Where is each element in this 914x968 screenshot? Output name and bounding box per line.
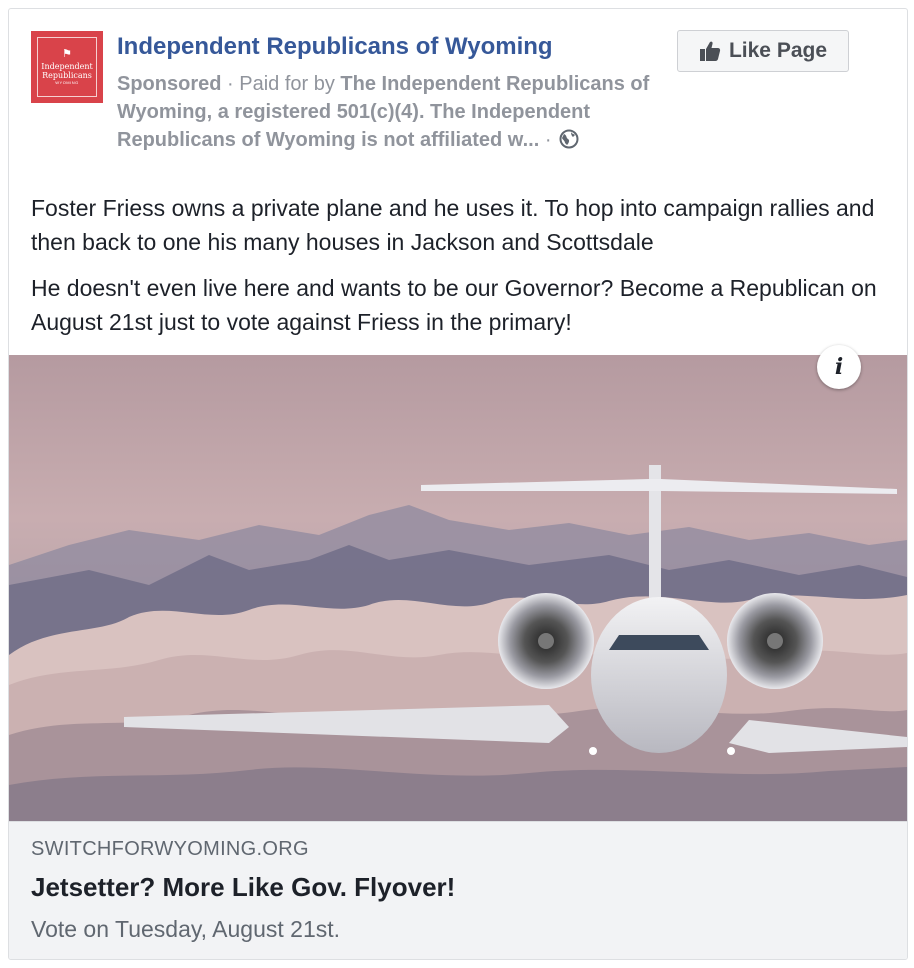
ad-info-button[interactable]: i: [817, 345, 861, 389]
link-preview[interactable]: SWITCHFORWYOMING.ORG Jetsetter? More Lik…: [9, 821, 907, 959]
link-headline: Jetsetter? More Like Gov. Flyover!: [31, 872, 456, 902]
thumbs-up-icon: [699, 41, 721, 61]
link-domain: SWITCHFORWYOMING.ORG: [31, 838, 309, 860]
meta-trailing-separator: ·: [539, 129, 558, 151]
sponsored-label[interactable]: Sponsored: [117, 73, 221, 95]
logo-text-line-1: Independent: [41, 61, 93, 71]
logo-frame: ⚑ Independent Republicans WYOMING: [37, 37, 97, 97]
link-description: Vote on Tuesday, August 21st.: [31, 916, 341, 942]
globe-icon[interactable]: [559, 129, 579, 149]
logo-text-line-2: Republicans: [42, 70, 92, 80]
post-body: Foster Friess owns a private plane and h…: [31, 191, 891, 351]
like-page-button[interactable]: Like Page: [677, 30, 849, 72]
logo-text-line-3: WYOMING: [55, 79, 79, 85]
logo-emblem-icon: ⚑: [62, 47, 72, 60]
like-page-label: Like Page: [728, 39, 828, 62]
sponsored-meta: Sponsored · Paid for by The Independent …: [117, 70, 657, 154]
ad-card: ⚑ Independent Republicans WYOMING Indepe…: [8, 8, 908, 960]
post-paragraph-2: He doesn't even live here and wants to b…: [31, 275, 877, 335]
paid-for-prefix: Paid for by: [239, 73, 341, 95]
info-icon: i: [834, 354, 844, 380]
post-paragraph-1: Foster Friess owns a private plane and h…: [31, 195, 875, 255]
ad-image[interactable]: [9, 355, 907, 821]
page-logo[interactable]: ⚑ Independent Republicans WYOMING: [31, 31, 103, 103]
meta-separator: ·: [221, 73, 240, 95]
jet-over-mountains-image: [9, 355, 907, 821]
page-name-link[interactable]: Independent Republicans of Wyoming: [117, 33, 553, 61]
